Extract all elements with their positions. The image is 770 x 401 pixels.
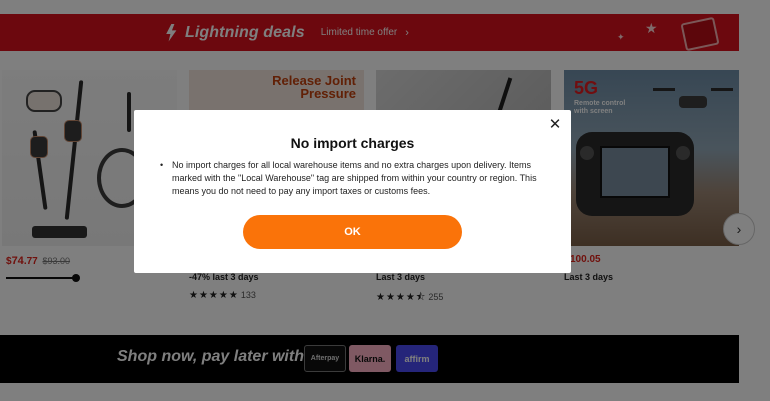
- ok-button[interactable]: OK: [243, 215, 462, 249]
- modal-body: No import charges for all local warehous…: [160, 159, 547, 198]
- modal-body-item: No import charges for all local warehous…: [160, 159, 547, 198]
- close-icon[interactable]: ✕: [547, 116, 563, 133]
- import-charges-modal: ✕ No import charges No import charges fo…: [134, 110, 571, 273]
- modal-title: No import charges: [290, 135, 415, 151]
